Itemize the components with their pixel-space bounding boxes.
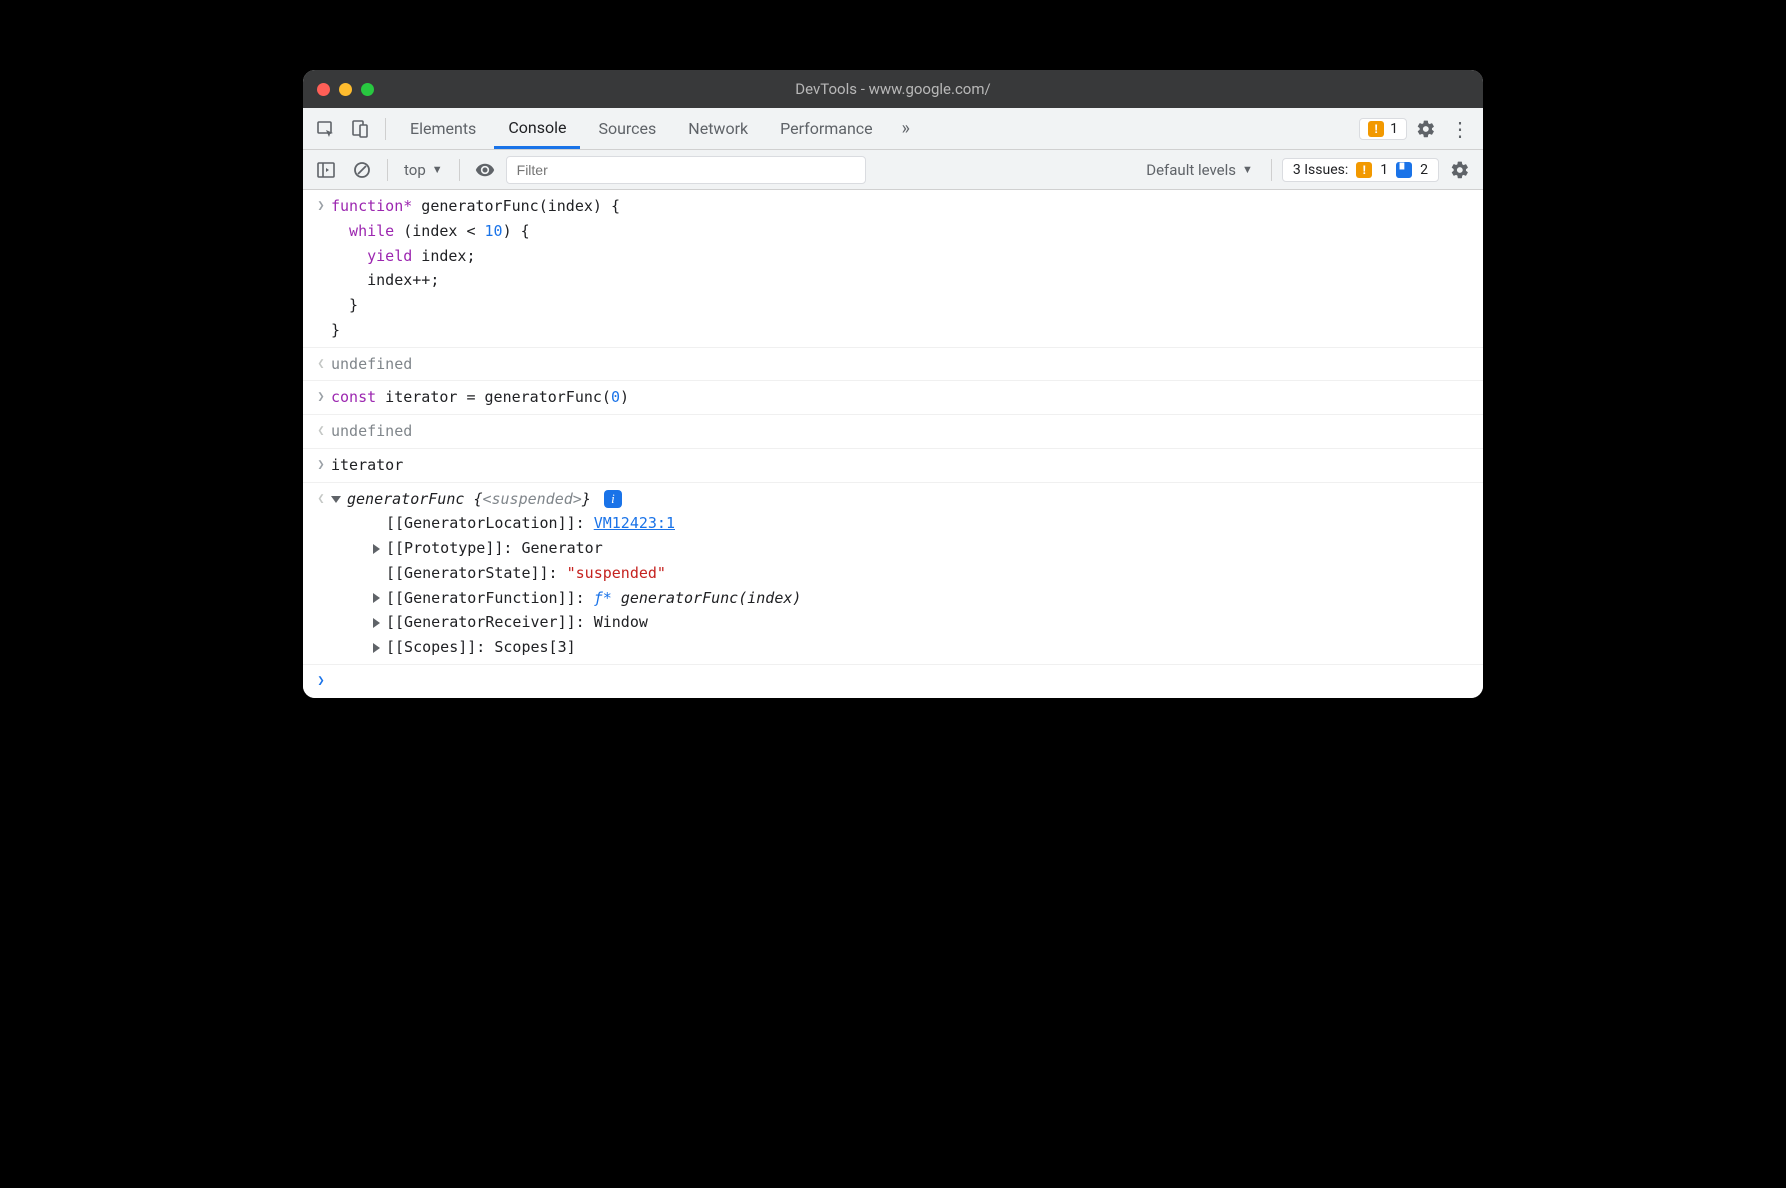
- log-levels-selector[interactable]: Default levels ▼: [1138, 161, 1261, 179]
- filter-input[interactable]: [506, 156, 866, 184]
- disclosure-triangle-icon[interactable]: [373, 643, 380, 653]
- issues-label: 3 Issues:: [1293, 162, 1348, 178]
- context-label: top: [404, 161, 426, 179]
- object-property[interactable]: [[Scopes]]: Scopes[3]: [331, 635, 1473, 660]
- dropdown-triangle-icon: ▼: [432, 163, 443, 176]
- dropdown-triangle-icon: ▼: [1242, 163, 1253, 176]
- info-icon[interactable]: i: [604, 490, 622, 508]
- console-input-row[interactable]: function* generatorFunc(index) { while (…: [303, 190, 1483, 348]
- console-prompt-input[interactable]: [331, 669, 1473, 694]
- output-chevron-icon: [311, 352, 331, 377]
- console-input-row[interactable]: iterator: [303, 449, 1483, 483]
- disclosure-triangle-icon[interactable]: [373, 593, 380, 603]
- inspect-element-icon[interactable]: [311, 114, 341, 144]
- tab-console[interactable]: Console: [494, 108, 580, 149]
- code-block: function* generatorFunc(index) { while (…: [331, 194, 1473, 343]
- prompt-chevron-icon: [311, 669, 331, 694]
- separator: [385, 118, 386, 140]
- devtools-window: DevTools - www.google.com/ Elements Cons…: [303, 70, 1483, 698]
- object-header[interactable]: generatorFunc {<suspended>} i: [331, 487, 1473, 512]
- separator: [1271, 159, 1272, 181]
- disclosure-triangle-icon[interactable]: [373, 544, 380, 554]
- context-selector[interactable]: top ▼: [398, 161, 449, 179]
- input-chevron-icon: [311, 453, 331, 478]
- minimize-window-button[interactable]: [339, 83, 352, 96]
- object-property[interactable]: [[GeneratorLocation]]: VM12423:1: [331, 511, 1473, 536]
- window-title: DevTools - www.google.com/: [303, 80, 1483, 98]
- kebab-menu-icon[interactable]: ⋮: [1445, 114, 1475, 144]
- output-chevron-icon: [311, 419, 331, 444]
- more-tabs-icon[interactable]: »: [891, 114, 921, 144]
- code-block: iterator: [331, 453, 1473, 478]
- device-toolbar-icon[interactable]: [345, 114, 375, 144]
- issues-warn-count: 1: [1380, 162, 1388, 178]
- console-input-row[interactable]: const iterator = generatorFunc(0): [303, 381, 1483, 415]
- console-settings-icon[interactable]: [1445, 155, 1475, 185]
- live-expression-icon[interactable]: [470, 155, 500, 185]
- object-property[interactable]: [[GeneratorReceiver]]: Window: [331, 610, 1473, 635]
- console-output-row: generatorFunc {<suspended>} i [[Generato…: [303, 483, 1483, 664]
- tab-network[interactable]: Network: [674, 108, 762, 149]
- issues-badge[interactable]: 3 Issues: ! 1 ▘ 2: [1282, 158, 1439, 182]
- separator: [387, 159, 388, 181]
- separator: [459, 159, 460, 181]
- warnings-badge[interactable]: ! 1: [1359, 118, 1407, 140]
- code-block: const iterator = generatorFunc(0): [331, 385, 1473, 410]
- sidebar-toggle-icon[interactable]: [311, 155, 341, 185]
- clear-console-icon[interactable]: [347, 155, 377, 185]
- object-property[interactable]: [[GeneratorState]]: "suspended": [331, 561, 1473, 586]
- console-toolbar: top ▼ Default levels ▼ 3 Issues: ! 1 ▘ 2: [303, 150, 1483, 190]
- console-output-row: undefined: [303, 415, 1483, 449]
- tab-elements[interactable]: Elements: [396, 108, 490, 149]
- output-value: undefined: [331, 419, 1473, 444]
- warning-icon: !: [1368, 121, 1384, 137]
- tab-sources[interactable]: Sources: [584, 108, 670, 149]
- traffic-lights: [317, 83, 374, 96]
- warning-icon: !: [1356, 162, 1372, 178]
- disclosure-triangle-icon[interactable]: [331, 496, 341, 503]
- zoom-window-button[interactable]: [361, 83, 374, 96]
- output-value: undefined: [331, 352, 1473, 377]
- warnings-count: 1: [1390, 121, 1398, 137]
- input-chevron-icon: [311, 385, 331, 410]
- object-property[interactable]: [[Prototype]]: Generator: [331, 536, 1473, 561]
- tab-strip: Elements Console Sources Network Perform…: [303, 108, 1483, 150]
- settings-icon[interactable]: [1411, 114, 1441, 144]
- titlebar: DevTools - www.google.com/: [303, 70, 1483, 108]
- console-prompt-row[interactable]: [303, 664, 1483, 698]
- output-chevron-icon: [311, 487, 331, 660]
- console-body: function* generatorFunc(index) { while (…: [303, 190, 1483, 698]
- info-icon: ▘: [1396, 162, 1412, 178]
- console-output-row: undefined: [303, 348, 1483, 382]
- disclosure-triangle-icon[interactable]: [373, 618, 380, 628]
- input-chevron-icon: [311, 194, 331, 343]
- source-link[interactable]: VM12423:1: [594, 514, 675, 532]
- levels-label: Default levels: [1146, 161, 1236, 179]
- object-inspector[interactable]: generatorFunc {<suspended>} i [[Generato…: [331, 487, 1473, 660]
- object-property[interactable]: [[GeneratorFunction]]: ƒ* generatorFunc(…: [331, 586, 1473, 611]
- issues-info-count: 2: [1420, 162, 1428, 178]
- close-window-button[interactable]: [317, 83, 330, 96]
- object-name: generatorFunc: [347, 490, 473, 508]
- tab-performance[interactable]: Performance: [766, 108, 887, 149]
